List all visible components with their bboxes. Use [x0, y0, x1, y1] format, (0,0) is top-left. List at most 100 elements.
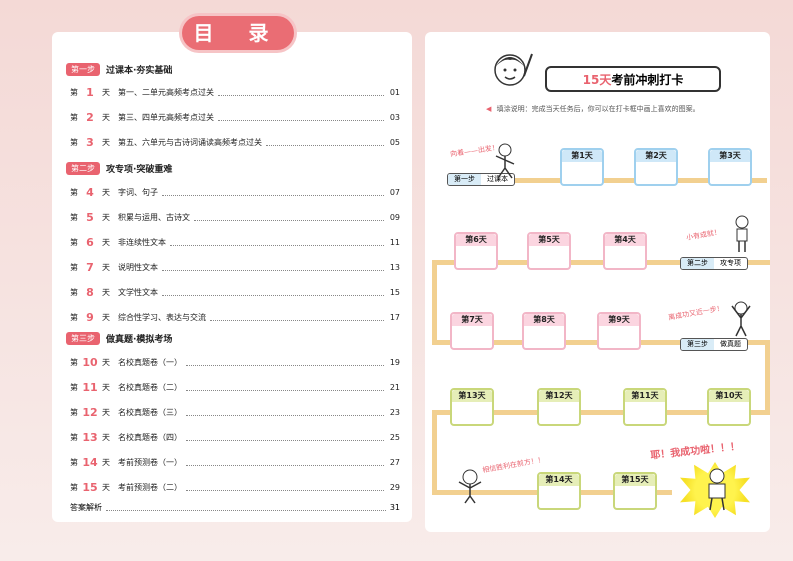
stage-step: 第二步	[681, 258, 714, 269]
toc-row-page: 29	[389, 482, 400, 492]
checkin-box-day-15[interactable]: 第15天	[613, 472, 657, 510]
day-number: 2	[86, 110, 94, 124]
checkin-box-day-12[interactable]: 第12天	[537, 388, 581, 426]
toc-row-title: 名校真题卷（二）	[118, 382, 182, 392]
day-prefix: 第	[70, 432, 78, 442]
toc-row-page: 05	[389, 137, 400, 147]
toc-row-page: 13	[389, 262, 400, 272]
toc-row-title: 第一、二单元高频考点过关	[118, 87, 214, 97]
leader-dots	[186, 433, 384, 441]
toc-row-title: 非连续性文本	[118, 237, 166, 247]
toc-row-answers[interactable]: 答案解析 31	[70, 500, 400, 514]
toc-row-page: 31	[389, 502, 400, 512]
toc-row-page: 25	[389, 432, 400, 442]
leader-dots	[194, 213, 384, 221]
toc-row[interactable]: 第 5 天积累与运用、古诗文 09	[70, 210, 400, 224]
leader-dots	[186, 358, 384, 366]
checkin-box-day-11[interactable]: 第11天	[623, 388, 667, 426]
day-suffix: 天	[102, 382, 110, 392]
checkin-box-label: 第10天	[709, 390, 749, 402]
day-number: 12	[82, 405, 98, 419]
stage-name: 做真题	[720, 340, 741, 348]
day-suffix: 天	[102, 312, 110, 322]
toc-row[interactable]: 第 10 天名校真题卷（一） 19	[70, 355, 400, 369]
checkin-box-label: 第8天	[524, 314, 564, 326]
stage-step: 第一步	[448, 174, 481, 185]
leader-dots	[170, 238, 384, 246]
toc-title: 目 录	[182, 16, 294, 50]
leader-dots	[210, 313, 384, 321]
cheering-kid-icon	[731, 301, 751, 337]
checkin-box-day-6[interactable]: 第6天	[454, 232, 498, 270]
checkin-box-label: 第4天	[605, 234, 645, 246]
banner-title: 考前冲刺打卡	[611, 72, 684, 87]
toc-row-page: 01	[389, 87, 400, 97]
checkin-box-label: 第12天	[539, 390, 579, 402]
checkin-box-label: 第5天	[529, 234, 569, 246]
day-suffix: 天	[102, 212, 110, 222]
leader-dots	[218, 88, 384, 96]
day-prefix: 第	[70, 87, 78, 97]
toc-row-title: 第五、六单元与古诗词诵读高频考点过关	[118, 137, 262, 147]
checkin-box-day-10[interactable]: 第10天	[707, 388, 751, 426]
day-suffix: 天	[102, 187, 110, 197]
checkin-box-day-9[interactable]: 第9天	[597, 312, 641, 350]
leader-dots	[162, 288, 384, 296]
toc-row-page: 15	[389, 287, 400, 297]
toc-row[interactable]: 第 11 天名校真题卷（二） 21	[70, 380, 400, 394]
day-number: 3	[86, 135, 94, 149]
section-name: 攻专项·突破重难	[106, 164, 173, 175]
checkin-box-day-7[interactable]: 第7天	[450, 312, 494, 350]
checkin-box-day-3[interactable]: 第3天	[708, 148, 752, 186]
leader-dots	[162, 263, 384, 271]
checkin-box-day-2[interactable]: 第2天	[634, 148, 678, 186]
section-step: 第二步	[66, 161, 100, 175]
day-number: 9	[86, 310, 94, 324]
toc-row[interactable]: 第 1 天第一、二单元高频考点过关 01	[70, 85, 400, 99]
instruction-text: 填涂说明：完成当天任务后，你可以在打卡框中画上喜欢的图案。	[496, 105, 700, 113]
toc-row[interactable]: 第 14 天考前预测卷（一） 27	[70, 455, 400, 469]
toc-row[interactable]: 第 8 天文学性文本 15	[70, 285, 400, 299]
toc-row[interactable]: 第 6 天非连续性文本 11	[70, 235, 400, 249]
checkin-box-label: 第2天	[636, 150, 676, 162]
toc-row[interactable]: 第 12 天名校真题卷（三） 23	[70, 405, 400, 419]
toc-row[interactable]: 第 3 天第五、六单元与古诗词诵读高频考点过关 05	[70, 135, 400, 149]
toc-row[interactable]: 第 15 天考前预测卷（二） 29	[70, 480, 400, 494]
stage-name: 攻专项	[720, 259, 741, 267]
day-prefix: 第	[70, 312, 78, 322]
toc-row-title: 积累与运用、古诗文	[118, 212, 190, 222]
toc-row[interactable]: 第 13 天名校真题卷（四） 25	[70, 430, 400, 444]
checkin-box-label: 第11天	[625, 390, 665, 402]
checkin-box-day-5[interactable]: 第5天	[527, 232, 571, 270]
toc-row[interactable]: 第 9 天综合性学习、表达与交流 17	[70, 310, 400, 324]
toc-row[interactable]: 第 2 天第三、四单元高频考点过关 03	[70, 110, 400, 124]
checkin-box-day-14[interactable]: 第14天	[537, 472, 581, 510]
checkin-box-label: 第7天	[452, 314, 492, 326]
leader-dots	[106, 503, 386, 511]
toc-row-page: 07	[389, 187, 400, 197]
day-prefix: 第	[70, 382, 78, 392]
leader-dots	[186, 483, 384, 491]
toc-row[interactable]: 第 4 天字词、句子 07	[70, 185, 400, 199]
instruction-note: ◀ 填涂说明：完成当天任务后，你可以在打卡框中画上喜欢的图案。	[486, 104, 700, 114]
section-name: 过课本·夯实基础	[106, 65, 173, 76]
toc-row-title: 第三、四单元高频考点过关	[118, 112, 214, 122]
path-segment	[765, 340, 770, 412]
toc-row-page: 09	[389, 212, 400, 222]
day-prefix: 第	[70, 187, 78, 197]
checkin-box-label: 第15天	[615, 474, 655, 486]
day-prefix: 第	[70, 137, 78, 147]
stage-label-3: 第三步 做真题	[680, 338, 748, 351]
day-number: 5	[86, 210, 94, 224]
toc-row[interactable]: 第 7 天说明性文本 13	[70, 260, 400, 274]
toc-row-page: 19	[389, 357, 400, 367]
day-suffix: 天	[102, 357, 110, 367]
toc-row-title: 名校真题卷（三）	[118, 407, 182, 417]
leader-dots	[162, 188, 384, 196]
section-header-1: 第一步 过课本·夯实基础	[66, 61, 172, 77]
day-prefix: 第	[70, 112, 78, 122]
checkin-box-day-8[interactable]: 第8天	[522, 312, 566, 350]
checkin-box-day-13[interactable]: 第13天	[450, 388, 494, 426]
checkin-box-day-4[interactable]: 第4天	[603, 232, 647, 270]
checkin-box-day-1[interactable]: 第1天	[560, 148, 604, 186]
